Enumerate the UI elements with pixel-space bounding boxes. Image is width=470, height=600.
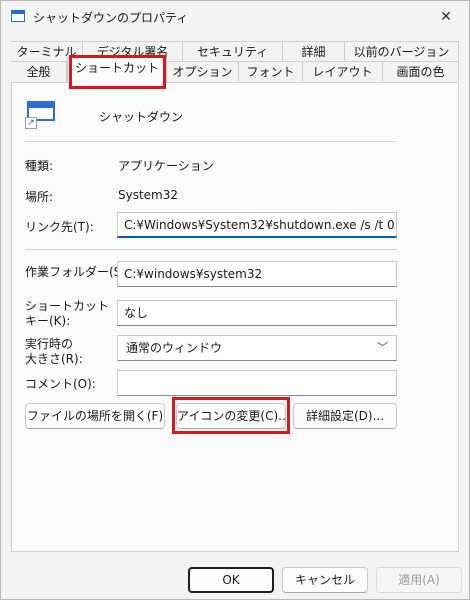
cancel-button[interactable]: キャンセル <box>282 567 368 593</box>
run-label-line2: 大きさ(R): <box>25 352 83 366</box>
tab-layout[interactable]: レイアウト <box>303 61 383 81</box>
window-app-icon <box>11 10 25 22</box>
shortcut-arrow-icon: ↗ <box>25 117 37 129</box>
properties-window: シャットダウンのプロパティ ✕ ターミナル デジタル署名 セキュリティ 詳細 以… <box>0 0 470 600</box>
open-file-location-button[interactable]: ファイルの場所を開く(F) <box>25 403 165 429</box>
ok-button[interactable]: OK <box>188 567 274 593</box>
chevron-down-icon: ﹀ <box>377 341 388 354</box>
run-select[interactable]: 通常のウィンドウ ﹀ <box>117 335 397 361</box>
tab-general[interactable]: 全般 <box>11 61 67 81</box>
startin-label: 作業フォルダー(S): <box>25 265 131 279</box>
target-value: C:¥Windows¥System32¥shutdown.exe /s /t 0 <box>124 218 395 232</box>
tab-security[interactable]: セキュリティ <box>183 41 283 61</box>
tab-details[interactable]: 詳細 <box>283 41 345 61</box>
tab-options[interactable]: オプション <box>167 61 239 81</box>
tab-screen-colors[interactable]: 画面の色 <box>383 61 459 81</box>
type-value: アプリケーション <box>118 159 214 173</box>
tab-font[interactable]: フォント <box>239 61 303 81</box>
startin-input[interactable]: C:¥windows¥system32 <box>117 261 397 287</box>
location-label: 場所: <box>25 190 54 204</box>
highlight-change-icon-button <box>172 397 290 434</box>
comment-input[interactable] <box>117 370 397 396</box>
separator <box>25 141 397 142</box>
hotkey-label-line2: キー(K): <box>25 314 71 328</box>
target-input[interactable]: C:¥Windows¥System32¥shutdown.exe /s /t 0 <box>117 212 397 238</box>
apply-button[interactable]: 適用(A) <box>376 567 462 593</box>
target-label: リンク先(T): <box>25 220 94 234</box>
type-label: 種類: <box>25 159 54 173</box>
hotkey-input[interactable]: なし <box>117 300 397 326</box>
comment-label: コメント(O): <box>25 377 96 391</box>
location-value: System32 <box>118 188 179 202</box>
close-button[interactable]: ✕ <box>423 1 469 33</box>
shortcut-name: シャットダウン <box>99 110 184 124</box>
highlight-shortcut-tab <box>69 55 166 89</box>
advanced-button[interactable]: 詳細設定(D)... <box>293 403 397 429</box>
title-bar: シャットダウンのプロパティ ✕ <box>1 1 469 33</box>
tab-previous-versions[interactable]: 以前のバージョン <box>345 41 459 61</box>
separator <box>25 249 397 250</box>
run-select-value: 通常のウィンドウ <box>126 341 223 355</box>
shortcut-app-icon: ↗ <box>25 101 57 129</box>
text-caret <box>395 218 396 233</box>
window-title: シャットダウンのプロパティ <box>33 11 189 25</box>
